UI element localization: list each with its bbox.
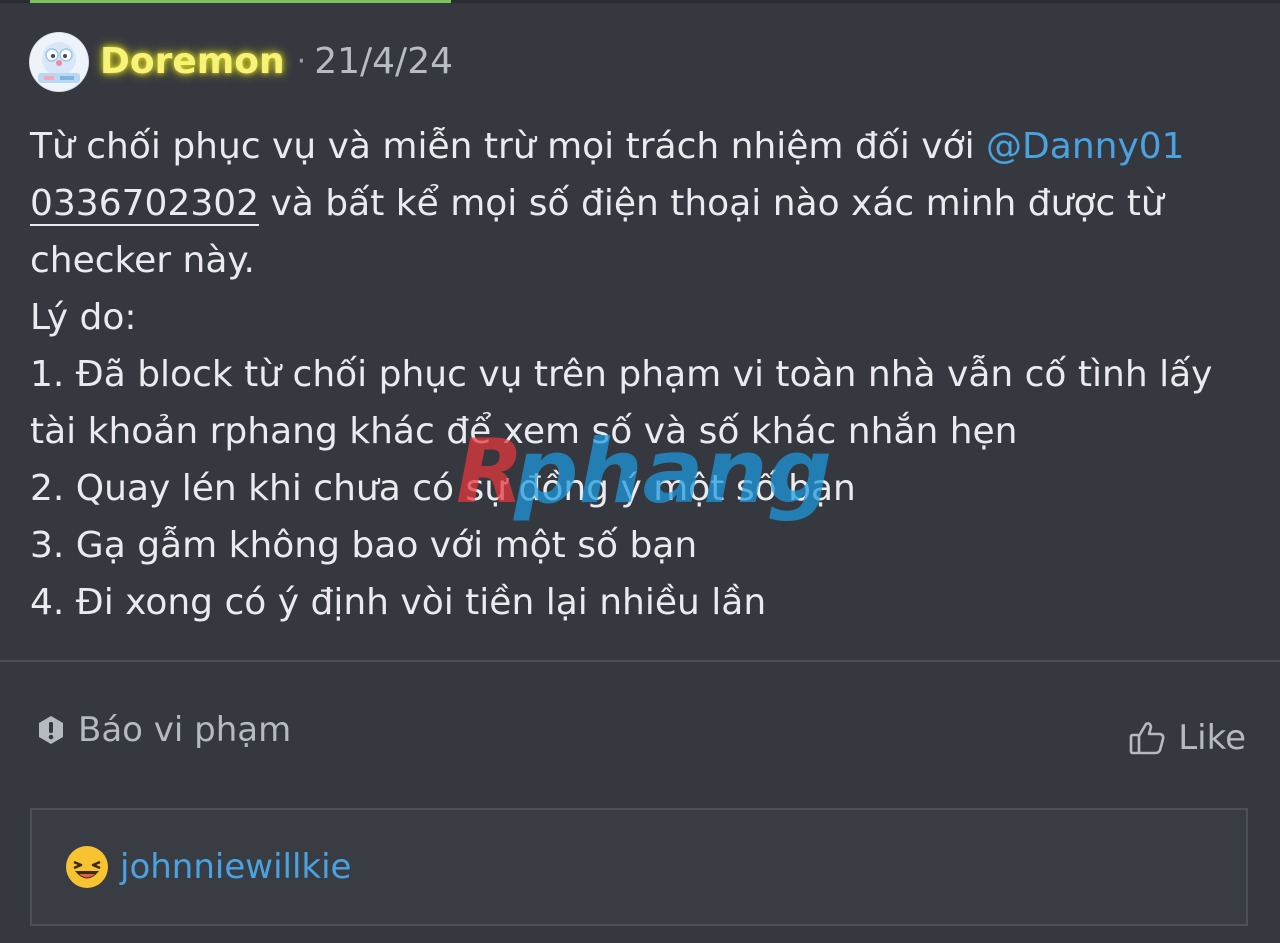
like-button[interactable]: Like [1128, 718, 1246, 758]
post-header: Doremon · 21/4/24 [30, 32, 453, 92]
body-line: checker này. [30, 240, 255, 281]
body-line: 4. Đi xong có ý định vòi tiền lại nhiều … [30, 582, 767, 623]
reactions-bar: johnniewillkie [30, 808, 1248, 926]
post-page: Doremon · 21/4/24 Từ chối phục vụ và miễ… [0, 0, 1280, 943]
phone-number-link[interactable]: 0336702302 [30, 183, 260, 226]
user-mention[interactable]: @Danny01 [986, 126, 1185, 167]
body-line: 0336702302 và bất kể mọi số điện thoại n… [30, 175, 1250, 232]
body-text: Từ chối phục vụ và miễn trừ mọi trách nh… [30, 126, 987, 167]
body-line: 2. Quay lén khi chưa có sự đồng ý một số… [30, 468, 856, 509]
avatar-image [30, 33, 88, 91]
body-text: và bất kể mọi số điện thoại nào xác minh… [259, 183, 1164, 224]
thumbs-up-icon [1129, 722, 1165, 755]
divider [0, 660, 1280, 662]
body-line: Lý do: [30, 297, 137, 338]
top-progress-bar [30, 0, 451, 3]
report-button[interactable]: Báo vi phạm [36, 710, 291, 750]
body-line: tài khoản rphang khác để xem số và số kh… [30, 411, 1018, 452]
author-name[interactable]: Doremon [100, 44, 285, 80]
post-body: Từ chối phục vụ và miễn trừ mọi trách nh… [30, 118, 1250, 631]
laughing-emoji-icon [66, 846, 108, 888]
avatar[interactable] [30, 33, 88, 91]
reaction-user-link[interactable]: johnniewillkie [120, 847, 351, 887]
exclamation-circle-icon [39, 716, 63, 744]
body-line: Từ chối phục vụ và miễn trừ mọi trách nh… [30, 118, 1250, 175]
body-line: 3. Gạ gẫm không bao với một số bạn [30, 525, 698, 566]
like-label: Like [1178, 718, 1246, 758]
header-separator: · [296, 44, 307, 79]
post-date[interactable]: 21/4/24 [314, 44, 453, 80]
body-line: 1. Đã block từ chối phục vụ trên phạm vi… [30, 354, 1213, 395]
report-label: Báo vi phạm [78, 710, 292, 750]
